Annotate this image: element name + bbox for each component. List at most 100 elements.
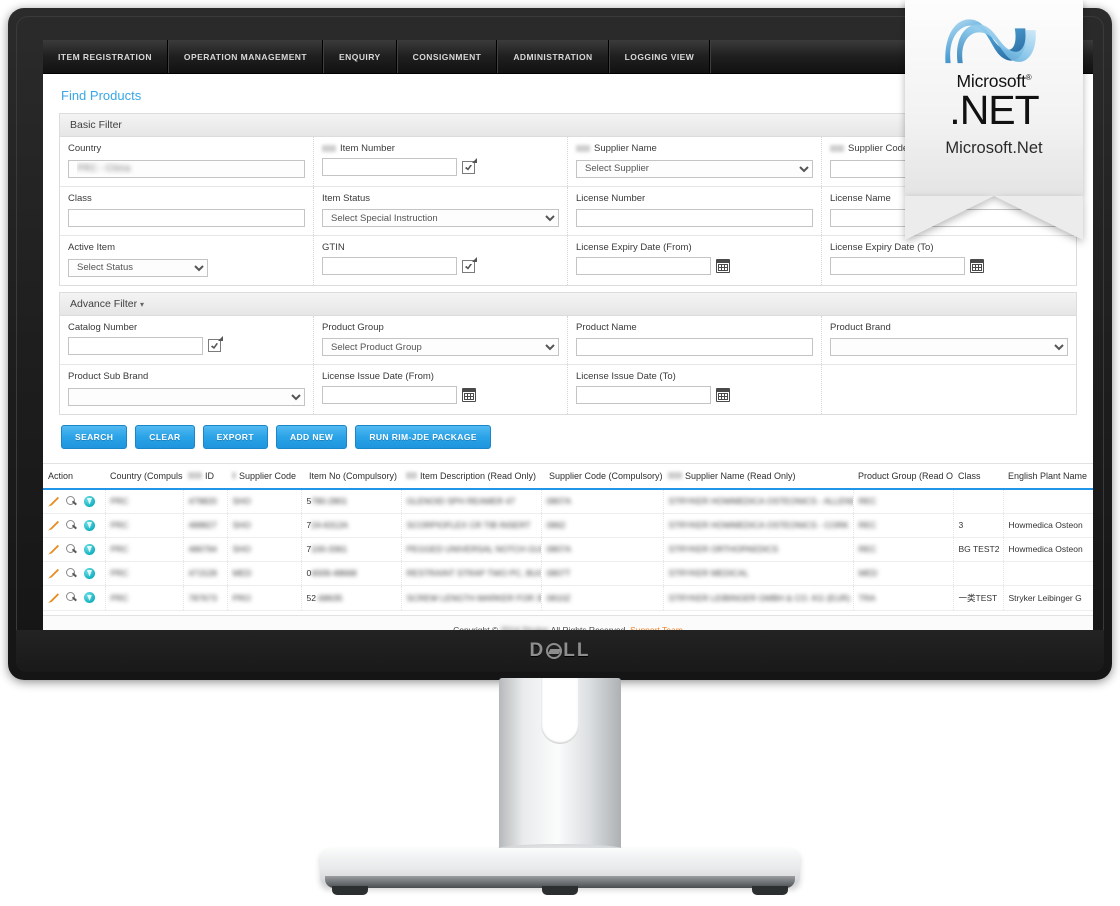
field-item-number-text: Item Number xyxy=(340,143,395,154)
cell-id: 488827 xyxy=(183,513,228,538)
basic-filter-row-3: Active Item Select Status GTIN License E… xyxy=(60,236,1076,285)
cell-item-no: 5780-2801 xyxy=(301,488,402,514)
active-item-select[interactable]: Select Status xyxy=(68,258,208,277)
results-table-wrapper: Action Country (Compulsory) ID Supplier … xyxy=(43,462,1093,611)
gtin-input[interactable] xyxy=(322,257,457,275)
status-circle-icon[interactable] xyxy=(84,592,95,603)
cell-english-plant-name: Howmedica Osteon xyxy=(1003,513,1093,538)
cell-supplier-code-compulsory: 0862 xyxy=(541,513,664,538)
monitor-bottom-bezel: D LL xyxy=(16,630,1104,672)
status-circle-icon[interactable] xyxy=(84,519,95,531)
advance-filter-heading[interactable]: Advance Filter ▾ xyxy=(60,292,1076,316)
cell-product-group: TRA xyxy=(853,585,954,611)
license-expiry-to-input[interactable] xyxy=(830,257,965,275)
required-marker-icon xyxy=(830,145,844,152)
col-id[interactable]: ID xyxy=(183,463,227,490)
product-group-select[interactable]: Select Product Group xyxy=(322,338,559,356)
status-circle-icon[interactable] xyxy=(84,567,95,579)
nav-item-logging-view[interactable]: LOGGING VIEW xyxy=(608,40,711,73)
calendar-icon[interactable] xyxy=(716,259,730,273)
cell-id: 479820 xyxy=(183,488,228,514)
cell-class: 3 xyxy=(953,513,1004,538)
search-icon[interactable] xyxy=(66,592,77,603)
col-item-description[interactable]: Item Description (Read Only) xyxy=(401,463,541,490)
class-input[interactable] xyxy=(68,209,305,227)
table-row: PRC 471528 MED 04009-48668 RESTRAINT STRAP T… xyxy=(43,561,1093,586)
calendar-icon[interactable] xyxy=(462,388,476,402)
nav-item-operation-management[interactable]: OPERATION MANAGEMENT xyxy=(167,40,324,73)
advance-filter-row-2: Product Sub Brand License Issue Date (Fr… xyxy=(60,365,1076,414)
col-english-plant-name[interactable]: English Plant Name xyxy=(1003,463,1093,490)
cell-class: BG TEST2 xyxy=(953,537,1004,562)
clear-button[interactable]: CLEAR xyxy=(135,424,195,449)
cell-supplier-name: STRYKER LEIBINGER GMBH & CO. KG (EUR) xyxy=(663,585,854,611)
nav-item-consignment[interactable]: CONSIGNMENT xyxy=(396,40,498,73)
row-actions xyxy=(43,537,106,562)
popup-picker-icon[interactable] xyxy=(462,256,477,273)
field-active-item: Active Item Select Status xyxy=(60,236,314,285)
cell-product-group: REC xyxy=(853,537,954,562)
license-expiry-from-input[interactable] xyxy=(576,257,711,275)
field-supplier-code-text: Supplier Code xyxy=(848,143,909,154)
col-country[interactable]: Country (Compulsory) xyxy=(105,463,183,490)
export-button[interactable]: EXPORT xyxy=(202,424,268,449)
row-actions xyxy=(43,513,106,538)
cell-supplier-code: PRO xyxy=(227,585,302,611)
col-class[interactable]: Class xyxy=(953,463,1003,490)
field-item-status: Item Status Select Special Instruction xyxy=(314,186,568,235)
product-sub-brand-select[interactable] xyxy=(68,387,305,406)
search-icon[interactable] xyxy=(66,543,77,555)
col-supplier-code[interactable]: Supplier Code xyxy=(227,463,301,490)
nav-item-enquiry[interactable]: ENQUIRY xyxy=(323,40,397,73)
search-icon[interactable] xyxy=(66,495,77,507)
search-icon[interactable] xyxy=(66,567,77,579)
item-status-select[interactable]: Select Special Instruction xyxy=(322,209,559,227)
edit-icon[interactable] xyxy=(48,496,59,507)
cell-id: 471528 xyxy=(183,561,228,586)
country-select[interactable]: PRC - China xyxy=(68,159,305,178)
license-issue-from-input[interactable] xyxy=(322,386,457,404)
cell-supplier-code: SHO xyxy=(227,488,302,514)
supplier-name-select[interactable]: Select Supplier xyxy=(576,159,813,178)
run-rim-jde-package-button[interactable]: RUN RIM-JDE PACKAGE xyxy=(355,424,491,449)
popup-picker-icon[interactable] xyxy=(208,336,223,352)
license-issue-to-input[interactable] xyxy=(576,386,711,404)
catalog-number-input[interactable] xyxy=(68,336,203,355)
field-product-name: Product Name xyxy=(568,315,822,364)
nav-item-item-registration[interactable]: ITEM REGISTRATION xyxy=(43,40,168,73)
item-number-input[interactable] xyxy=(322,158,457,176)
calendar-icon[interactable] xyxy=(716,388,730,402)
field-catalog-number: Catalog Number xyxy=(60,315,314,364)
dotnet-swoosh-icon xyxy=(945,19,1036,64)
search-icon[interactable] xyxy=(66,519,77,531)
field-product-name-label: Product Name xyxy=(576,321,637,333)
field-license-issue-to: License Issue Date (To) xyxy=(568,365,822,414)
col-supplier-name[interactable]: Supplier Name (Read Only) xyxy=(663,463,853,490)
product-name-input[interactable] xyxy=(576,338,813,356)
add-new-button[interactable]: ADD NEW xyxy=(275,424,348,449)
status-circle-icon[interactable] xyxy=(84,495,95,507)
col-item-no[interactable]: Item No (Compulsory) xyxy=(301,463,401,490)
field-country: Country PRC - China xyxy=(60,137,314,186)
col-supplier-code-compulsory[interactable]: Supplier Code (Compulsory) xyxy=(541,463,663,490)
popup-picker-icon[interactable] xyxy=(462,157,477,174)
col-product-group[interactable]: Product Group (Read Only) xyxy=(853,463,953,490)
cell-supplier-code: SHO xyxy=(227,537,302,562)
search-button[interactable]: SEARCH xyxy=(61,424,128,449)
cell-supplier-code: SHO xyxy=(227,513,302,538)
monitor-foot-right xyxy=(752,886,788,895)
product-brand-select[interactable] xyxy=(830,338,1068,356)
cell-english-plant-name xyxy=(1003,561,1093,586)
nav-item-administration[interactable]: ADMINISTRATION xyxy=(497,40,609,73)
col-action[interactable]: Action xyxy=(43,463,105,490)
results-body: PRC 479820 SHO 5780-2801 GLENOID SPH REAMER … xyxy=(43,488,1093,611)
edit-icon[interactable] xyxy=(48,593,59,603)
calendar-icon[interactable] xyxy=(970,259,984,273)
edit-icon[interactable] xyxy=(48,568,59,579)
license-number-input[interactable] xyxy=(576,209,813,227)
chevron-down-icon: ▾ xyxy=(140,299,145,309)
edit-icon[interactable] xyxy=(48,520,59,531)
edit-icon[interactable] xyxy=(48,544,59,555)
required-marker-icon xyxy=(188,472,202,479)
status-circle-icon[interactable] xyxy=(84,543,95,555)
